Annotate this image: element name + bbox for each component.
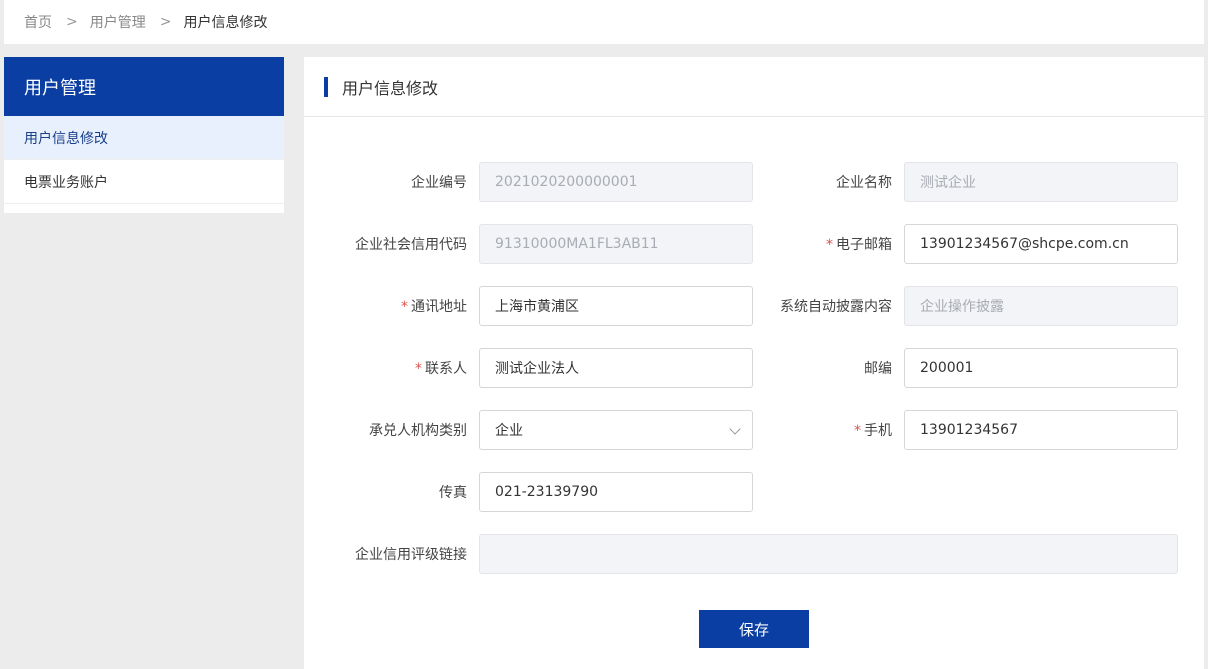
form-row-address: *通讯地址 上海市黄浦区 (304, 286, 753, 326)
disclosure-field: 企业操作披露 (904, 286, 1178, 326)
rating-link-label: 企业信用评级链接 (304, 544, 479, 564)
email-field[interactable]: 13901234567@shcpe.com.cn (904, 224, 1178, 264)
breadcrumb-separator: > (160, 14, 172, 30)
acceptor-type-label: 承兑人机构类别 (304, 420, 479, 440)
mobile-field[interactable]: 13901234567 (904, 410, 1178, 450)
address-label: *通讯地址 (304, 296, 479, 316)
form-row-postcode: 邮编 200001 (729, 348, 1178, 388)
fax-field[interactable]: 021-23139790 (479, 472, 753, 512)
breadcrumb-separator: > (66, 14, 78, 30)
breadcrumb-home[interactable]: 首页 (24, 12, 52, 32)
credit-code-field: 91310000MA1FL3AB11 (479, 224, 753, 264)
postcode-field[interactable]: 200001 (904, 348, 1178, 388)
page-title: 用户信息修改 (342, 75, 438, 99)
company-no-field: 2021020200000001 (479, 162, 753, 202)
form-row-mobile: *手机 13901234567 (729, 410, 1178, 450)
breadcrumb: 首页 > 用户管理 > 用户信息修改 (4, 0, 1204, 44)
form-row-company-no: 企业编号 2021020200000001 (304, 162, 753, 202)
company-no-label: 企业编号 (304, 172, 479, 192)
mobile-label: *手机 (729, 420, 904, 440)
panel-header: 用户信息修改 (304, 57, 1204, 117)
form-row-rating-link: 企业信用评级链接 (304, 534, 1178, 574)
acceptor-type-value: 企业 (495, 420, 523, 440)
breadcrumb-user-management[interactable]: 用户管理 (90, 12, 146, 32)
acceptor-type-select[interactable]: 企业 (479, 410, 753, 450)
save-button[interactable]: 保存 (699, 610, 809, 648)
postcode-label: 邮编 (729, 358, 904, 378)
required-mark: * (826, 237, 833, 253)
required-mark: * (854, 423, 861, 439)
company-name-field: 测试企业 (904, 162, 1178, 202)
contact-label-text: 联系人 (425, 361, 467, 377)
form-row-email: *电子邮箱 13901234567@shcpe.com.cn (729, 224, 1178, 264)
form-row-acceptor-type: 承兑人机构类别 企业 (304, 410, 753, 450)
credit-code-label: 企业社会信用代码 (304, 234, 479, 254)
address-field[interactable]: 上海市黄浦区 (479, 286, 753, 326)
required-mark: * (415, 361, 422, 377)
breadcrumb-current: 用户信息修改 (183, 12, 267, 32)
contact-field[interactable]: 测试企业法人 (479, 348, 753, 388)
form-row-contact: *联系人 测试企业法人 (304, 348, 753, 388)
form-row-credit-code: 企业社会信用代码 91310000MA1FL3AB11 (304, 224, 753, 264)
title-accent-bar (324, 77, 328, 97)
company-name-label: 企业名称 (729, 172, 904, 192)
form-row-fax: 传真 021-23139790 (304, 472, 753, 512)
sidebar-footer (4, 204, 284, 213)
form-row-disclosure: 系统自动披露内容 企业操作披露 (729, 286, 1178, 326)
email-label-text: 电子邮箱 (836, 237, 892, 253)
contact-label: *联系人 (304, 358, 479, 378)
rating-link-field (479, 534, 1178, 574)
email-label: *电子邮箱 (729, 234, 904, 254)
disclosure-label: 系统自动披露内容 (729, 296, 904, 316)
main-panel: 用户信息修改 企业编号 2021020200000001 企业名称 测试企业 企… (304, 57, 1204, 669)
form-row-company-name: 企业名称 测试企业 (729, 162, 1178, 202)
address-label-text: 通讯地址 (411, 299, 467, 315)
required-mark: * (401, 299, 408, 315)
sidebar-title: 用户管理 (4, 57, 284, 116)
sidebar-item-e-bill-account[interactable]: 电票业务账户 (4, 160, 284, 204)
fax-label: 传真 (304, 482, 479, 502)
sidebar: 用户管理 用户信息修改 电票业务账户 (4, 57, 284, 213)
sidebar-item-user-info-edit[interactable]: 用户信息修改 (4, 116, 284, 160)
mobile-label-text: 手机 (864, 423, 892, 439)
